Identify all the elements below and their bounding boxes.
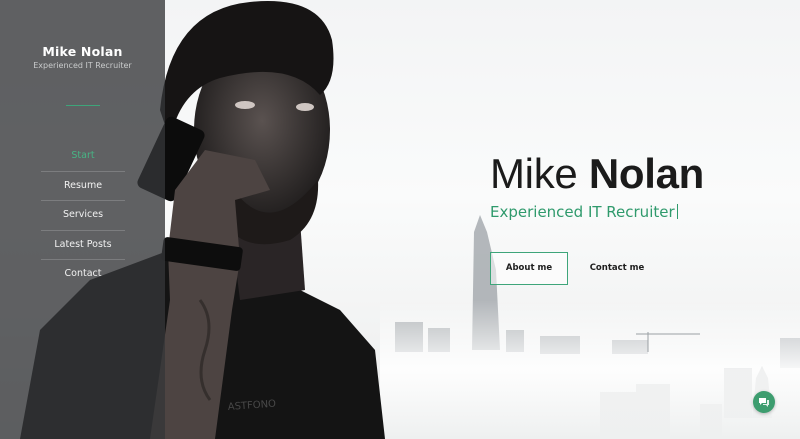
sidebar-nav: Start Resume Services Latest Posts Conta… xyxy=(41,142,125,289)
about-me-button[interactable]: About me xyxy=(490,252,568,285)
hero-role-text: Experienced IT Recruiter xyxy=(490,203,675,221)
hero-last-name: Nolan xyxy=(588,150,705,197)
sidebar-name[interactable]: Mike Nolan xyxy=(0,44,165,59)
chat-bubbles-icon xyxy=(759,397,769,407)
hero-title: Mike Nolan xyxy=(490,150,704,198)
typing-caret xyxy=(676,204,678,219)
sidebar-subtitle: Experienced IT Recruiter xyxy=(33,61,132,70)
chat-button[interactable] xyxy=(753,391,775,413)
contact-me-button[interactable]: Contact me xyxy=(585,252,649,285)
sidebar-divider xyxy=(66,105,100,106)
sidebar: Mike Nolan Experienced IT Recruiter Star… xyxy=(0,0,165,439)
nav-item-start[interactable]: Start xyxy=(41,142,125,172)
nav-item-resume[interactable]: Resume xyxy=(41,172,125,201)
page: ASTFONO Mike Nolan Experienced IT Recrui… xyxy=(0,0,800,439)
nav-item-latest-posts[interactable]: Latest Posts xyxy=(41,231,125,260)
hero-role: Experienced IT Recruiter xyxy=(490,203,678,221)
nav-item-contact[interactable]: Contact xyxy=(41,260,125,289)
nav-item-services[interactable]: Services xyxy=(41,201,125,231)
hero-first-name: Mike xyxy=(490,150,578,197)
